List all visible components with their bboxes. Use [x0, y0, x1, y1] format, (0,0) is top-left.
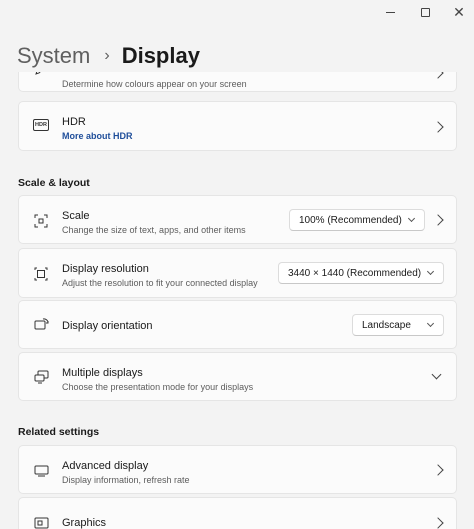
chevron-right-icon	[432, 517, 444, 529]
pen-icon	[33, 72, 49, 77]
chevron-right-icon	[432, 121, 444, 133]
settings-content: Determine how colours appear on your scr…	[0, 72, 474, 529]
resolution-dropdown[interactable]: 3440 × 1440 (Recommended)	[278, 262, 444, 284]
scale-icon	[33, 213, 49, 229]
orientation-title: Display orientation	[62, 320, 153, 332]
page-title: Display	[121, 43, 200, 68]
breadcrumb-system[interactable]: System	[17, 43, 90, 69]
orientation-dropdown[interactable]: Landscape	[352, 314, 444, 336]
section-related-settings: Related settings	[18, 426, 100, 438]
chevron-down-icon	[426, 319, 435, 328]
hdr-icon: HDR	[33, 119, 49, 131]
graphics-card[interactable]: Graphics	[18, 497, 457, 529]
close-button[interactable]: ✕	[444, 0, 474, 24]
hdr-title: HDR	[62, 116, 86, 128]
close-icon: ✕	[453, 4, 465, 20]
chevron-down-icon	[426, 267, 435, 276]
chevron-down-icon[interactable]	[431, 369, 442, 380]
minimize-icon	[385, 11, 395, 13]
chevron-down-icon	[407, 214, 416, 223]
section-scale-layout: Scale & layout	[18, 177, 90, 189]
more-about-hdr-link[interactable]: More about HDR	[62, 130, 133, 142]
maximize-icon	[420, 7, 430, 17]
maximize-button[interactable]	[410, 0, 440, 24]
scale-desc: Change the size of text, apps, and other…	[62, 225, 246, 235]
chevron-right-icon	[432, 214, 444, 226]
monitor-icon	[33, 463, 49, 479]
scale-title: Scale	[62, 210, 90, 222]
chevron-right-icon	[432, 72, 444, 79]
color-profile-desc: Determine how colours appear on your scr…	[62, 79, 247, 89]
resolution-dropdown-value: 3440 × 1440 (Recommended)	[288, 267, 422, 279]
scale-dropdown[interactable]: 100% (Recommended)	[289, 209, 425, 231]
resolution-icon	[33, 266, 49, 282]
orientation-dropdown-value: Landscape	[362, 319, 411, 331]
color-profile-card[interactable]: Determine how colours appear on your scr…	[18, 72, 457, 92]
scale-dropdown-value: 100% (Recommended)	[299, 214, 402, 226]
multiple-displays-desc: Choose the presentation mode for your di…	[62, 382, 254, 392]
resolution-title: Display resolution	[62, 263, 149, 275]
multiple-displays-icon	[33, 369, 49, 385]
breadcrumb-separator: ›	[104, 47, 110, 64]
graphics-title: Graphics	[62, 517, 107, 529]
multiple-displays-card[interactable]: Multiple displays Choose the presentatio…	[18, 352, 457, 401]
hdr-card[interactable]: HDR HDR More about HDR	[18, 101, 457, 151]
chevron-right-icon	[432, 464, 444, 476]
title-bar: ✕	[0, 0, 474, 26]
scale-card[interactable]: Scale Change the size of text, apps, and…	[18, 195, 457, 244]
display-orientation-card[interactable]: Display orientation Landscape	[18, 300, 457, 349]
minimize-button[interactable]	[375, 0, 405, 24]
advanced-display-desc: Display information, refresh rate	[62, 475, 190, 485]
advanced-display-title: Advanced display	[62, 460, 149, 472]
multiple-displays-title: Multiple displays	[62, 367, 143, 379]
breadcrumb: System › Display	[17, 40, 200, 72]
display-resolution-card[interactable]: Display resolution Adjust the resolution…	[18, 248, 457, 298]
graphics-icon	[33, 515, 49, 529]
advanced-display-card[interactable]: Advanced display Display information, re…	[18, 445, 457, 494]
orientation-icon	[33, 317, 49, 333]
resolution-desc: Adjust the resolution to fit your connec…	[62, 278, 258, 288]
